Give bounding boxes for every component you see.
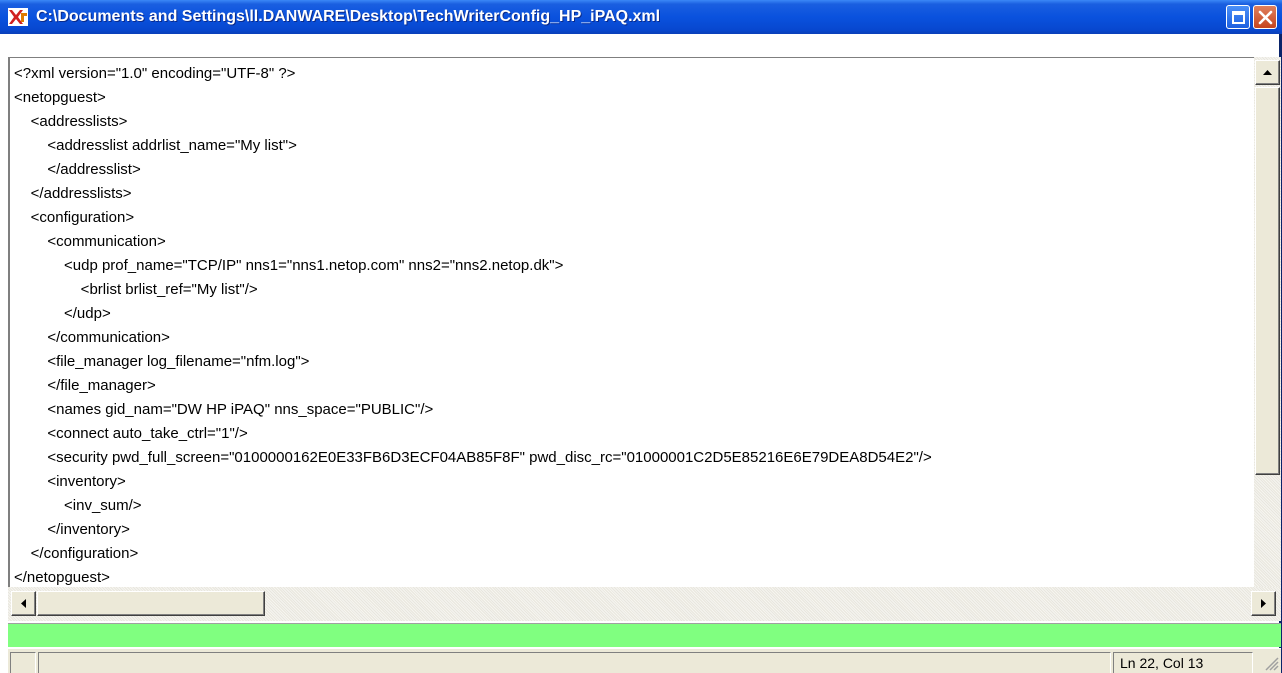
code-line: <file_manager log_filename="nfm.log"> [14, 353, 310, 370]
code-line: <?xml version="1.0" encoding="UTF-8" ?> [14, 65, 296, 82]
status-bar: Ln 22, Col 13 [8, 648, 1281, 673]
horizontal-scrollbar[interactable] [8, 587, 1281, 621]
xml-text-area[interactable]: <?xml version="1.0" encoding="UTF-8" ?> … [8, 57, 1254, 587]
title-bar[interactable]: C:\Documents and Settings\ll.DANWARE\Des… [0, 0, 1282, 34]
code-line: </netopguest> [14, 569, 110, 586]
arrow-left-icon [21, 599, 26, 608]
status-pane [38, 652, 1111, 673]
progress-bar [8, 623, 1281, 647]
arrow-right-icon [1261, 599, 1266, 608]
code-line: </configuration> [14, 545, 139, 562]
arrow-up-icon [1263, 70, 1272, 75]
code-line: <udp prof_name="TCP/IP" nns1="nns1.netop… [14, 257, 564, 274]
code-line: <names gid_nam="DW HP iPAQ" nns_space="P… [14, 401, 434, 418]
code-line: </addresslists> [14, 185, 132, 202]
code-line: </communication> [14, 329, 170, 346]
code-line: <brlist brlist_ref="My list"/> [14, 281, 258, 298]
close-icon [1258, 10, 1273, 25]
code-line: </udp> [14, 305, 111, 322]
code-line: <security pwd_full_screen="0100000162E0E… [14, 449, 932, 466]
code-line: <addresslists> [14, 113, 128, 130]
maximize-button[interactable] [1226, 5, 1250, 29]
scroll-right-button[interactable] [1251, 591, 1276, 616]
code-line: <configuration> [14, 209, 135, 226]
horizontal-scroll-thumb[interactable] [37, 591, 265, 616]
code-line: <communication> [14, 233, 166, 250]
xml-code: <?xml version="1.0" encoding="UTF-8" ?> … [14, 63, 932, 587]
editor-window: C:\Documents and Settings\ll.DANWARE\Des… [0, 0, 1282, 673]
scroll-left-button[interactable] [11, 591, 36, 616]
code-line: <netopguest> [14, 89, 106, 106]
maximize-icon [1232, 11, 1245, 24]
netop-app-icon [8, 8, 28, 26]
status-pane [10, 652, 36, 673]
window-title: C:\Documents and Settings\ll.DANWARE\Des… [36, 8, 661, 25]
vertical-scrollbar[interactable] [1254, 57, 1281, 587]
code-line: <connect auto_take_ctrl="1"/> [14, 425, 248, 442]
code-line: <addresslist addrlist_name="My list"> [14, 137, 297, 154]
resize-grip-icon[interactable] [1263, 655, 1279, 671]
code-line: <inventory> [14, 473, 126, 490]
code-line: </file_manager> [14, 377, 156, 394]
cursor-position: Ln 22, Col 13 [1113, 652, 1253, 673]
close-button[interactable] [1253, 5, 1277, 29]
code-line: </inventory> [14, 521, 130, 538]
code-line: </addresslist> [14, 161, 141, 178]
code-line: <inv_sum/> [14, 497, 142, 514]
scroll-up-button[interactable] [1255, 60, 1280, 85]
vertical-scroll-thumb[interactable] [1255, 87, 1280, 475]
